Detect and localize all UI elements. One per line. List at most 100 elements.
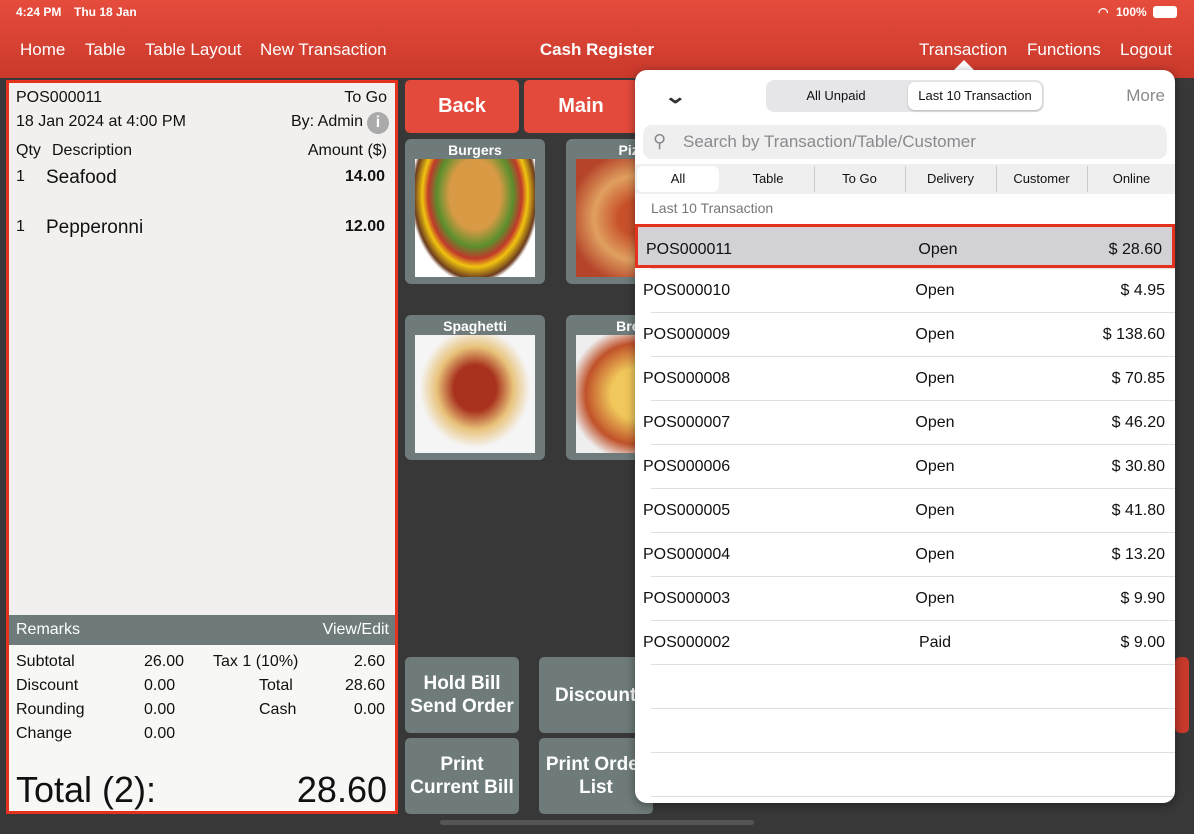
menu-tile-burgers[interactable]: Burgers — [405, 139, 545, 284]
transaction-status: Paid — [918, 634, 952, 651]
main-button[interactable]: Main — [524, 80, 638, 133]
transaction-row[interactable]: POS000006 Open $ 30.80 — [635, 444, 1175, 488]
info-icon[interactable]: i — [367, 112, 389, 134]
transaction-status: Open — [915, 370, 955, 387]
qty-header: Qty — [16, 142, 41, 159]
tax-value: 2.60 — [353, 653, 385, 670]
status-time: 4:24 PM — [16, 5, 62, 19]
filter-customer[interactable]: Customer — [996, 166, 1086, 192]
item-amount: 12.00 — [344, 218, 385, 235]
discount-value: 0.00 — [144, 677, 176, 694]
nav-table[interactable]: Table — [85, 40, 126, 60]
filter-delivery[interactable]: Delivery — [905, 166, 995, 192]
nav-transaction[interactable]: Transaction — [919, 40, 1007, 60]
transaction-amount: $ 70.85 — [1111, 370, 1165, 387]
cash-value: 0.00 — [353, 701, 385, 718]
transaction-row[interactable]: POS000003 Open $ 9.90 — [635, 576, 1175, 620]
transaction-row[interactable]: POS000011 Open $ 28.60 — [635, 224, 1175, 268]
row-divider — [651, 796, 1175, 797]
transaction-row[interactable]: POS000007 Open $ 46.20 — [635, 400, 1175, 444]
remarks-bar[interactable]: Remarks View/Edit — [9, 615, 395, 645]
status-date: Thu 18 Jan — [74, 5, 137, 19]
receipt-by: By: Admin — [290, 113, 363, 130]
change-value: 0.00 — [144, 725, 176, 742]
chevron-down-icon[interactable]: ⌄ — [664, 84, 687, 109]
transaction-amount: $ 46.20 — [1111, 414, 1165, 431]
transaction-status: Open — [915, 326, 955, 343]
filter-all[interactable]: All — [637, 166, 719, 192]
transaction-status: Open — [915, 546, 955, 563]
section-header: Last 10 Transaction — [651, 200, 774, 216]
view-edit-button[interactable]: View/Edit — [323, 621, 389, 639]
subtotal-value: 26.00 — [144, 653, 185, 670]
row-divider — [651, 444, 1175, 445]
back-button[interactable]: Back — [405, 80, 519, 133]
row-divider — [651, 356, 1175, 357]
row-divider — [651, 400, 1175, 401]
transaction-row[interactable]: POS000002 Paid $ 9.00 — [635, 620, 1175, 664]
row-divider — [651, 664, 1175, 665]
item-qty: 1 — [16, 168, 25, 185]
transaction-status: Open — [918, 241, 958, 258]
scrollbar[interactable] — [440, 820, 754, 825]
nav-home[interactable]: Home — [20, 40, 65, 60]
filter-table[interactable]: Table — [723, 166, 813, 192]
transaction-row[interactable]: POS000008 Open $ 70.85 — [635, 356, 1175, 400]
transaction-status: Open — [915, 502, 955, 519]
transaction-amount: $ 13.20 — [1111, 546, 1165, 563]
transaction-status: Open — [915, 414, 955, 431]
transaction-amount: $ 30.80 — [1111, 458, 1165, 475]
tile-label: Burgers — [448, 142, 502, 158]
search-placeholder: Search by Transaction/Table/Customer — [683, 132, 976, 151]
spaghetti-image — [415, 335, 535, 453]
battery-level: 100% — [1116, 5, 1147, 19]
transaction-status: Open — [915, 282, 955, 299]
receipt-number: POS000011 — [16, 89, 102, 106]
filter-online[interactable]: Online — [1087, 166, 1175, 192]
segment-last-10[interactable]: Last 10 Transaction — [908, 82, 1042, 110]
row-divider — [651, 488, 1175, 489]
order-type: To Go — [344, 89, 387, 106]
rounding-label: Rounding — [16, 701, 85, 718]
nav-functions[interactable]: Functions — [1027, 40, 1101, 60]
transaction-status: Open — [915, 590, 955, 607]
hold-bill-send-order-button[interactable]: Hold Bill Send Order — [405, 657, 519, 733]
transaction-amount: $ 41.80 — [1111, 502, 1165, 519]
receipt-panel: POS000011 To Go 18 Jan 2024 at 4:00 PM B… — [6, 80, 398, 814]
description-header: Description — [52, 142, 133, 159]
receipt-datetime: 18 Jan 2024 at 4:00 PM — [16, 113, 186, 130]
menu-tile-spaghetti[interactable]: Spaghetti — [405, 315, 545, 460]
item-qty: 1 — [16, 218, 25, 235]
transaction-amount: $ 9.90 — [1120, 590, 1165, 607]
grand-total-value: 28.60 — [296, 769, 387, 810]
transaction-status: Open — [915, 458, 955, 475]
filter-to-go[interactable]: To Go — [814, 166, 904, 192]
row-divider — [651, 752, 1175, 753]
transaction-row[interactable]: POS000004 Open $ 13.20 — [635, 532, 1175, 576]
total-label: Total — [259, 677, 293, 694]
row-divider — [651, 576, 1175, 577]
transaction-amount: $ 9.00 — [1120, 634, 1165, 651]
totals-section: Subtotal 26.00 Tax 1 (10%) 2.60 Discount… — [9, 645, 395, 811]
row-divider — [651, 620, 1175, 621]
print-current-bill-button[interactable]: Print Current Bill — [405, 738, 519, 814]
more-button[interactable]: More — [1126, 86, 1165, 106]
wifi-icon: ◠ — [1098, 5, 1109, 19]
side-button[interactable] — [1175, 657, 1189, 733]
row-divider — [651, 708, 1175, 709]
item-amount: 14.00 — [344, 168, 385, 185]
transaction-row[interactable]: POS000009 Open $ 138.60 — [635, 312, 1175, 356]
search-input[interactable]: ⚲ Search by Transaction/Table/Customer — [643, 125, 1167, 159]
battery-icon — [1153, 6, 1177, 18]
amount-header: Amount ($) — [307, 142, 387, 159]
row-divider — [651, 312, 1175, 313]
transaction-amount: $ 28.60 — [1108, 241, 1162, 258]
nav-new-transaction[interactable]: New Transaction — [260, 40, 387, 60]
nav-logout[interactable]: Logout — [1120, 40, 1172, 60]
transaction-row[interactable]: POS000005 Open $ 41.80 — [635, 488, 1175, 532]
segment-all-unpaid[interactable]: All Unpaid — [768, 82, 904, 110]
nav-table-layout[interactable]: Table Layout — [145, 40, 241, 60]
transaction-row[interactable]: POS000010 Open $ 4.95 — [635, 268, 1175, 312]
segment-control: All Unpaid Last 10 Transaction — [766, 80, 1044, 112]
tax-label: Tax 1 (10%) — [213, 653, 299, 670]
